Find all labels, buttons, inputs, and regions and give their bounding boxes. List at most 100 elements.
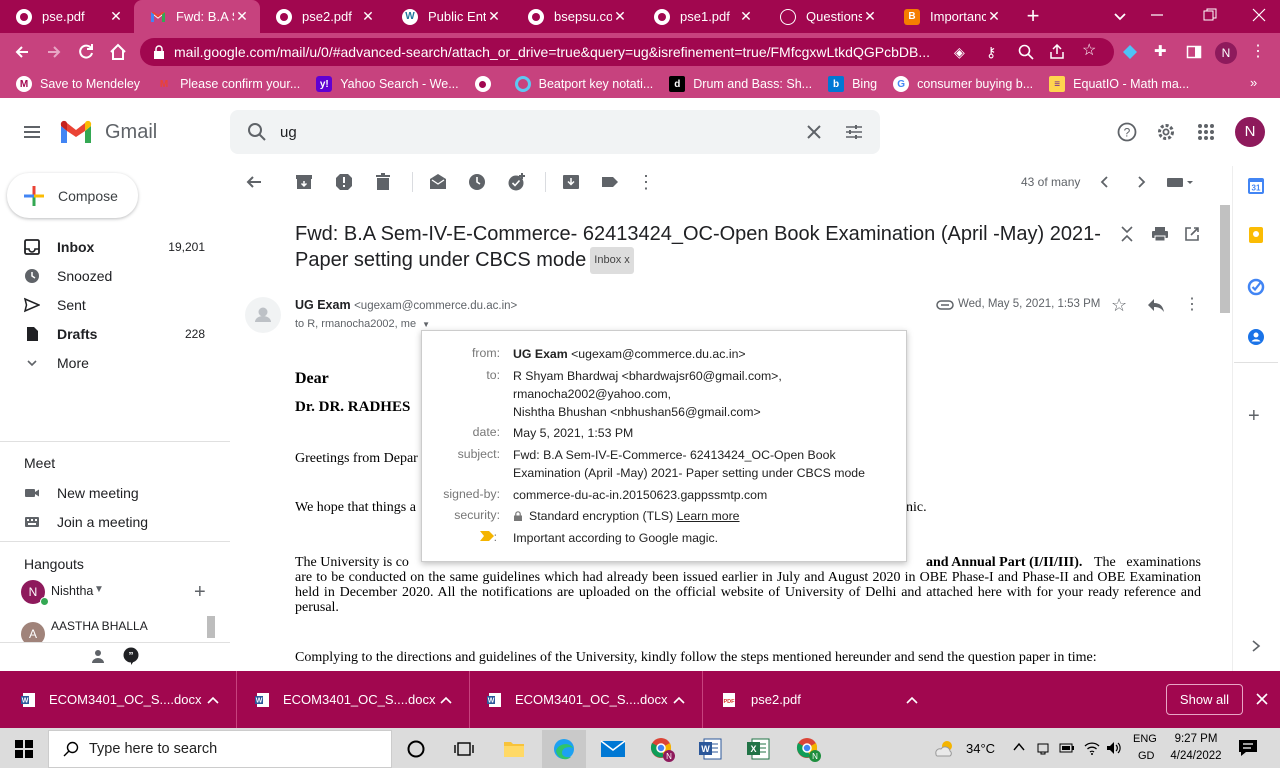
reload-icon[interactable] (76, 42, 96, 62)
print-icon[interactable] (1151, 225, 1169, 243)
hangouts-user-dropdown-icon[interactable]: ▼ (94, 584, 104, 595)
learn-more-link[interactable]: Learn more (677, 509, 740, 523)
clear-search-icon[interactable] (806, 124, 822, 140)
search-options-icon[interactable] (845, 123, 863, 141)
search-bar[interactable]: ug (230, 110, 880, 154)
nav-drafts[interactable]: Drafts 228 (0, 319, 222, 348)
install-app-icon[interactable]: ◈ (954, 44, 970, 60)
open-new-window-icon[interactable] (1183, 225, 1201, 243)
excel-app-icon[interactable]: X (746, 737, 770, 761)
download-item[interactable]: W ECOM3401_OC_S....docx (469, 671, 702, 728)
show-side-panel-chevron-icon[interactable] (1249, 638, 1263, 654)
back-icon[interactable] (12, 42, 32, 62)
main-scrollbar[interactable] (1220, 205, 1230, 313)
mail-app-icon[interactable] (600, 739, 626, 759)
home-icon[interactable] (108, 42, 128, 62)
taskbar-search-box[interactable]: Type here to search (48, 730, 392, 768)
move-to-icon[interactable] (561, 172, 581, 192)
search-input[interactable]: ug (280, 124, 297, 141)
report-spam-icon[interactable] (334, 172, 354, 192)
add-to-tasks-icon[interactable] (507, 172, 527, 192)
get-addons-plus-icon[interactable]: + (1248, 406, 1260, 426)
chevron-up-icon[interactable] (905, 695, 919, 705)
chrome-profile-icon[interactable]: N (796, 737, 822, 763)
meet-join-meeting[interactable]: Join a meeting (0, 507, 222, 536)
hangouts-contact-name[interactable]: AASTHA BHALLA (51, 619, 148, 633)
weather-temperature[interactable]: 34°C (966, 741, 995, 756)
back-to-search-icon[interactable] (244, 172, 264, 192)
extension-diamond-icon[interactable] (1122, 44, 1138, 60)
hangouts-add-icon[interactable]: + (194, 582, 206, 602)
zoom-icon[interactable] (1018, 44, 1034, 60)
nav-sent[interactable]: Sent (0, 290, 222, 319)
gmail-logo-icon[interactable] (59, 120, 93, 145)
window-close-icon[interactable] (1252, 8, 1266, 22)
star-icon[interactable]: ☆ (1111, 296, 1129, 314)
volume-icon[interactable] (1106, 741, 1122, 755)
weather-icon[interactable] (933, 738, 957, 758)
extensions-puzzle-icon[interactable]: ✚ (1154, 44, 1170, 60)
chevron-up-icon[interactable] (206, 695, 220, 705)
download-item[interactable]: W ECOM3401_OC_S....docx (0, 671, 236, 728)
close-icon[interactable]: ✕ (360, 8, 376, 25)
tasks-icon[interactable] (1247, 278, 1265, 296)
close-icon[interactable]: ✕ (738, 8, 754, 25)
close-downloads-icon[interactable] (1255, 692, 1269, 706)
bookmark-mendeley[interactable]: M Save to Mendeley (16, 76, 140, 92)
bookmarks-overflow-icon[interactable]: » (1250, 75, 1257, 90)
inbox-label-chip[interactable]: Inbox x (590, 247, 634, 274)
share-icon[interactable] (1049, 44, 1065, 60)
close-icon[interactable]: ✕ (612, 8, 628, 25)
chevron-up-icon[interactable] (672, 695, 686, 705)
bookmark-beatport[interactable]: Beatport key notati... (514, 76, 653, 92)
calendar-icon[interactable]: 31 (1247, 177, 1265, 195)
tab-questions[interactable]: Questions_ ✕ (764, 0, 888, 33)
bookmark-consumer[interactable]: Gconsumer buying b... (893, 76, 1033, 92)
collapse-all-icon[interactable] (1119, 225, 1135, 243)
newer-chevron-icon[interactable] (1095, 172, 1115, 192)
message-more-icon[interactable]: ⋮ (1184, 296, 1200, 314)
chrome-profile-icon[interactable]: N (650, 737, 676, 763)
tab-pse-pdf[interactable]: pse.pdf ✕ (0, 0, 134, 33)
bookmark-equatio[interactable]: ≡ EquatIO - Math ma... (1049, 76, 1189, 92)
apps-grid-icon[interactable] (1197, 123, 1215, 141)
meet-new-meeting[interactable]: New meeting (0, 478, 222, 507)
tab-gmail-active[interactable]: Fwd: B.A Se ✕ (134, 0, 260, 33)
tray-app-icon[interactable] (1036, 741, 1050, 755)
bookmark-yahoo[interactable]: y! Yahoo Search - We... (316, 76, 459, 92)
sender-name[interactable]: UG Exam (295, 298, 351, 312)
bookmark-chrome[interactable] (474, 76, 499, 92)
notifications-icon[interactable] (1238, 739, 1258, 757)
bookmark-drum-and-bass[interactable]: d Drum and Bass: Sh... (669, 76, 812, 92)
tab-pse1-pdf[interactable]: pse1.pdf ✕ (638, 0, 764, 33)
close-icon[interactable]: ✕ (234, 8, 250, 25)
tab-bsepsu[interactable]: bsepsu.com ✕ (512, 0, 638, 33)
show-all-button[interactable]: Show all (1166, 684, 1243, 715)
input-tools-keyboard-icon[interactable] (1166, 174, 1196, 190)
minimize-icon[interactable] (1150, 8, 1164, 22)
bookmark-bing[interactable]: b Bing (828, 76, 877, 92)
nav-more[interactable]: More (0, 348, 222, 377)
close-icon[interactable]: ✕ (108, 8, 124, 25)
keep-icon[interactable] (1247, 226, 1265, 244)
close-icon[interactable]: ✕ (862, 8, 878, 25)
close-icon[interactable]: ✕ (986, 8, 1002, 25)
key-icon[interactable]: ⚷ (986, 44, 1002, 60)
label-icon[interactable] (600, 172, 620, 192)
edge-taskbar-button[interactable] (542, 730, 586, 768)
clock-time[interactable]: 9:27 PM (1166, 733, 1226, 745)
restore-icon[interactable] (1203, 8, 1217, 22)
search-icon[interactable] (247, 122, 267, 142)
battery-icon[interactable] (1059, 741, 1075, 755)
person-icon[interactable] (90, 648, 106, 664)
nav-snoozed[interactable]: Snoozed (0, 261, 222, 290)
clock-date[interactable]: 4/24/2022 (1166, 750, 1226, 762)
language-indicator[interactable]: ENG (1133, 733, 1157, 745)
snooze-clock-icon[interactable] (467, 172, 487, 192)
account-avatar[interactable]: N (1235, 117, 1265, 147)
word-app-icon[interactable]: W (698, 737, 722, 761)
profile-avatar[interactable]: N (1215, 42, 1237, 64)
settings-gear-icon[interactable] (1156, 122, 1176, 142)
tab-public-ente[interactable]: W Public Ente ✕ (386, 0, 512, 33)
download-item[interactable]: PDF pse2.pdf (702, 671, 935, 728)
